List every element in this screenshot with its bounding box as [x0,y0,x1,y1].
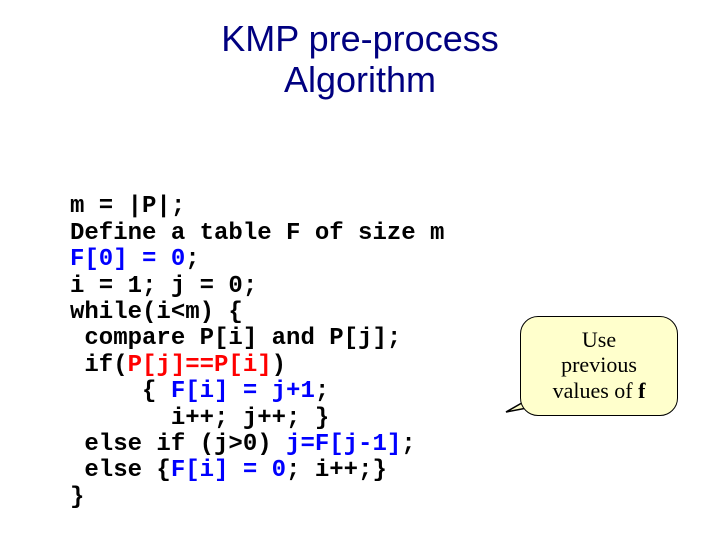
code-line-8: { F[i] = j+1; [70,378,329,405]
code-line-1: m = |P|; [70,193,185,220]
code-line-7: if(P[j]==P[i]) [70,352,286,379]
code-line-4: i = 1; j = 0; [70,273,257,300]
code-line-12: } [70,484,84,511]
code-block: m = |P|; Define a table F of size m F[0]… [70,168,444,511]
code-line-2: Define a table F of size m [70,220,444,247]
code-line-11: else {F[i] = 0; i++;} [70,457,387,484]
code-line-9: i++; j++; } [70,405,329,432]
callout-line-3-pre: values of [553,378,639,403]
callout-line-3-f: f [638,378,645,403]
callout-line-1: Use [582,327,616,352]
title-line-1: KMP pre-process [221,18,498,59]
code-line-10: else if (j>0) j=F[j-1]; [70,431,416,458]
callout-line-2: previous [561,352,637,377]
code-line-3: F[0] = 0; [70,246,200,273]
slide-title: KMP pre-process Algorithm [0,18,720,101]
code-line-6: compare P[i] and P[j]; [70,325,401,352]
title-line-2: Algorithm [284,59,436,100]
callout-box: Use previous values of f [520,316,678,416]
code-line-5: while(i<m) { [70,299,243,326]
